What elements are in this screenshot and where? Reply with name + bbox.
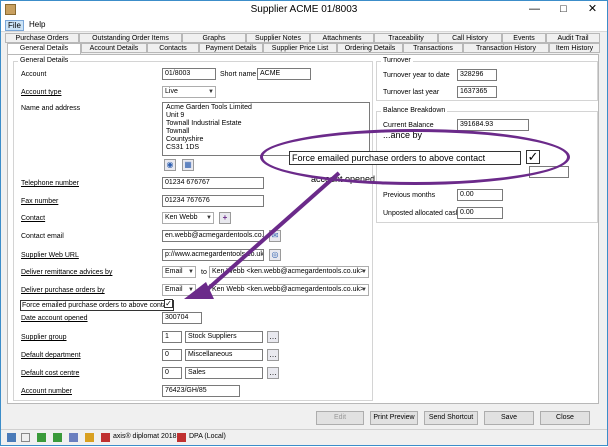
edit-button[interactable]: Edit: [316, 411, 364, 425]
send-shortcut-button[interactable]: Send Shortcut: [424, 411, 478, 425]
supplier-window: Supplier ACME 01/8003 — □ ✕ File Help Pu…: [0, 0, 608, 446]
print-preview-button[interactable]: Print Preview: [370, 411, 418, 425]
dpa-mode: DPA (Local): [189, 433, 226, 440]
close-button[interactable]: Close: [540, 411, 590, 425]
axis-logo-icon: [101, 433, 110, 442]
save-button[interactable]: Save: [484, 411, 534, 425]
edit-icon: [69, 433, 78, 442]
callout-arrow: [184, 171, 341, 299]
check-icon: [53, 433, 62, 442]
lock-icon: [85, 433, 94, 442]
windows-icon: [7, 433, 16, 442]
status-bar: axis® diplomat 2018 DPA (Local): [1, 429, 607, 445]
database-icon: [177, 433, 186, 442]
refresh-icon: [37, 433, 46, 442]
product-name: axis® diplomat 2018: [113, 433, 177, 440]
document-icon: [21, 433, 30, 442]
